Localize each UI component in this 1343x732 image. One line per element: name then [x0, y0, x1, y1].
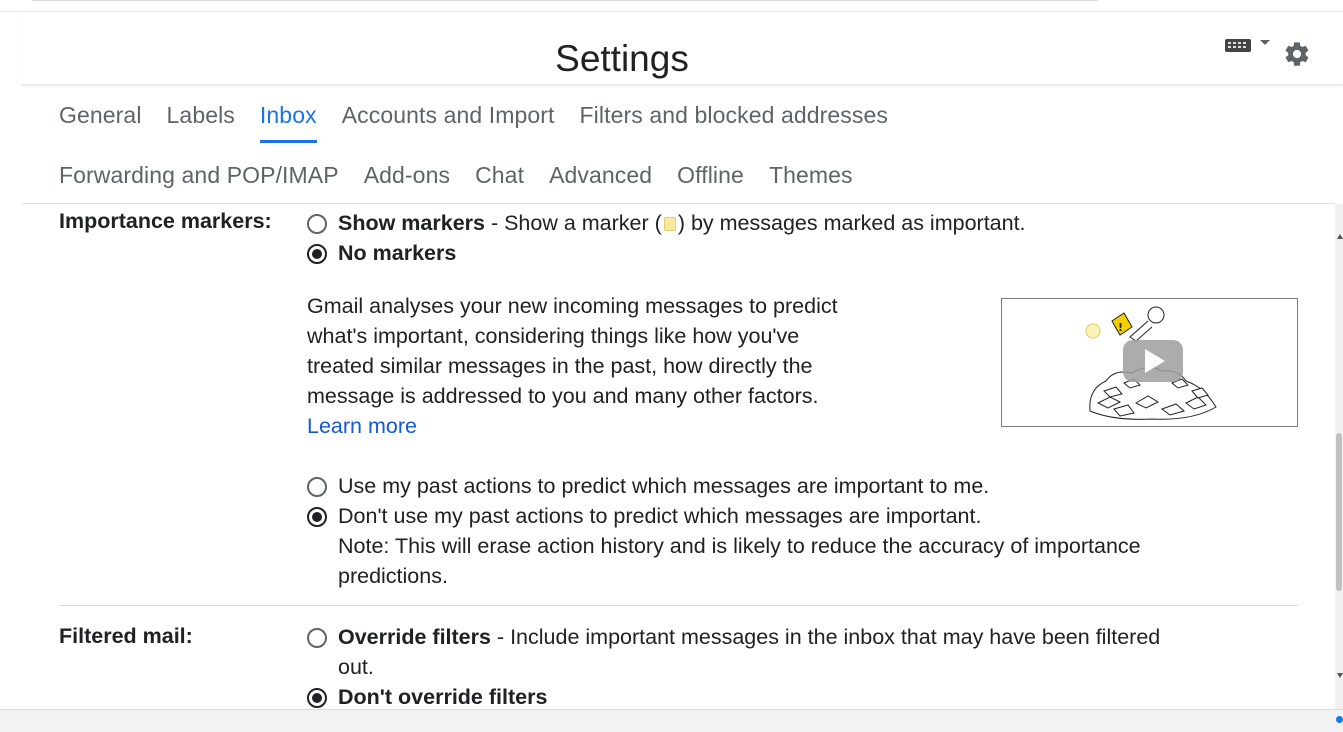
tab-themes[interactable]: Themes	[769, 160, 853, 190]
tabs-row-1: General Labels Inbox Accounts and Import…	[59, 100, 913, 143]
svg-text:!: !	[1118, 321, 1123, 334]
importance-description-line-4: message is addressed to you and many oth…	[307, 384, 819, 408]
tab-offline[interactable]: Offline	[677, 160, 744, 190]
settings-content: Importance markers: Show markers - Show …	[0, 204, 1335, 709]
show-markers-radio[interactable]	[307, 214, 327, 234]
tab-general[interactable]: General	[59, 100, 142, 130]
status-bar	[0, 709, 1343, 732]
play-video-icon: !	[1085, 306, 1217, 420]
tabs-row-2: Forwarding and POP/IMAP Add-ons Chat Adv…	[59, 160, 878, 190]
importance-description-line-1: Gmail analyses your new incoming message…	[307, 294, 838, 318]
dont-override-filters-title: Don't override filters	[338, 685, 548, 709]
dont-override-filters-option: Don't override filters	[338, 682, 547, 709]
tab-labels[interactable]: Labels	[167, 100, 235, 130]
importance-video-thumbnail[interactable]: !	[1001, 298, 1298, 427]
gear-icon[interactable]	[1283, 40, 1311, 68]
page-title: Settings	[555, 38, 689, 79]
keyboard-icon[interactable]	[1225, 39, 1251, 52]
tab-add-ons[interactable]: Add-ons	[364, 160, 450, 190]
chevron-down-icon[interactable]	[1260, 40, 1270, 45]
importance-markers-label: Importance markers:	[59, 209, 272, 233]
dont-use-past-actions-radio[interactable]	[307, 507, 327, 527]
show-markers-desc-pre: - Show a marker (	[484, 211, 662, 235]
dont-override-filters-radio[interactable]	[307, 688, 327, 708]
scroll-up-arrow-icon[interactable]	[1337, 234, 1343, 239]
learn-more-link[interactable]: Learn more	[307, 411, 417, 441]
dont-use-past-actions-option: Don't use my past actions to predict whi…	[338, 504, 982, 528]
section-divider	[59, 605, 1298, 606]
tab-advanced[interactable]: Advanced	[549, 160, 652, 190]
override-filters-desc-line-2: out.	[338, 655, 374, 679]
no-markers-title: No markers	[338, 241, 457, 265]
filtered-mail-label: Filtered mail:	[59, 624, 193, 648]
scrollbar-thumb[interactable]	[1336, 433, 1342, 591]
tab-inbox[interactable]: Inbox	[259, 100, 317, 143]
importance-description-line-2: what's important, considering things lik…	[307, 324, 800, 348]
settings-header: Settings	[22, 12, 1343, 85]
no-markers-option: No markers	[338, 238, 456, 268]
importance-marker-icon	[663, 217, 676, 231]
override-filters-option: Override filters - Include important mes…	[338, 622, 1160, 652]
show-markers-title: Show markers	[338, 211, 485, 235]
tab-filters-and-blocked-addresses[interactable]: Filters and blocked addresses	[580, 100, 888, 130]
tab-forwarding-pop-imap[interactable]: Forwarding and POP/IMAP	[59, 160, 339, 190]
past-actions-note-line-2: predictions.	[338, 564, 448, 588]
override-filters-desc: - Include important messages in the inbo…	[490, 625, 1161, 649]
top-border	[32, 0, 1098, 1]
override-filters-radio[interactable]	[307, 628, 327, 648]
show-markers-desc-post: ) by messages marked as important.	[677, 211, 1026, 235]
tab-accounts-and-import[interactable]: Accounts and Import	[342, 100, 555, 130]
no-markers-radio[interactable]	[307, 244, 327, 264]
past-actions-note-line-1: Note: This will erase action history and…	[338, 534, 1141, 558]
override-filters-title: Override filters	[338, 625, 491, 649]
scroll-down-arrow-icon[interactable]	[1337, 673, 1343, 678]
tab-chat[interactable]: Chat	[475, 160, 524, 190]
corner-status-icon	[1336, 716, 1343, 723]
use-past-actions-option: Use my past actions to predict which mes…	[338, 474, 990, 498]
show-markers-option: Show markers - Show a marker ( ) by messa…	[338, 208, 1026, 238]
importance-description-line-3: treated similar messages in the past, ho…	[307, 354, 813, 378]
use-past-actions-radio[interactable]	[307, 477, 327, 497]
